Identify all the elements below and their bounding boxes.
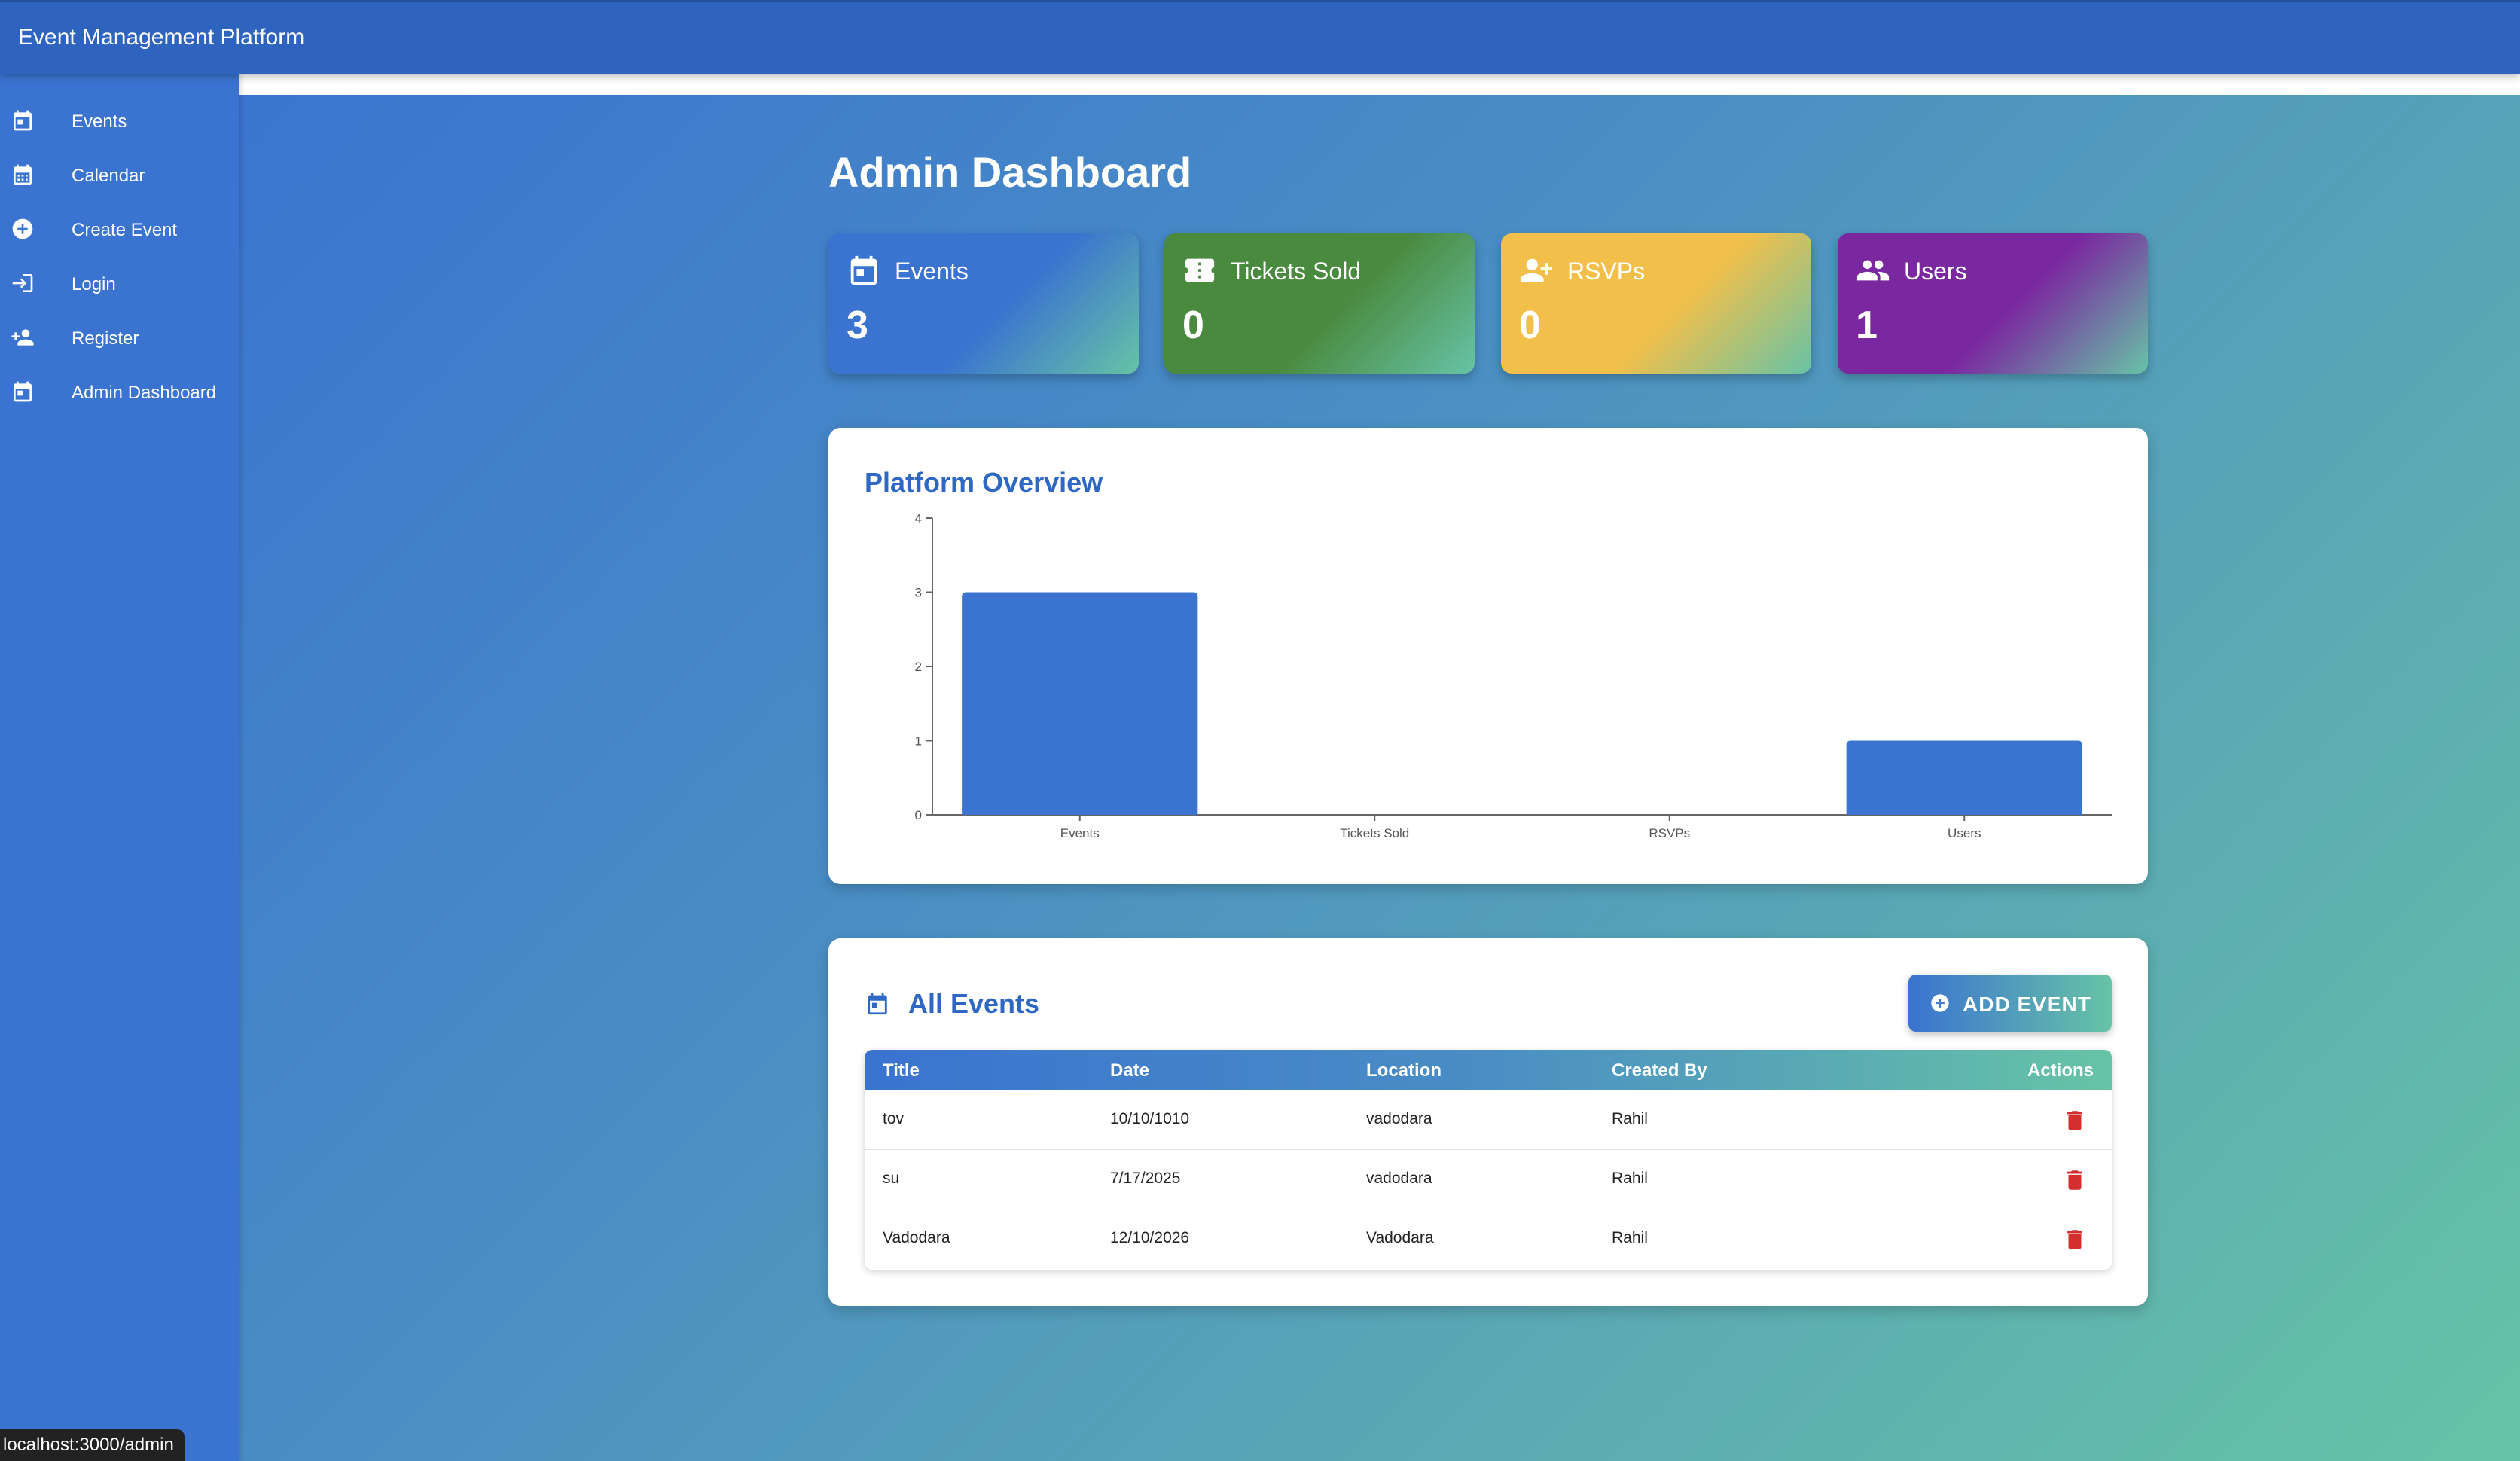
cell-location: Vadodara [1366, 1229, 1434, 1246]
stat-label: Users [1904, 258, 1967, 285]
column-header-date: Date [1110, 1060, 1150, 1081]
overview-bar-chart: 0 1 2 3 4 Events Tickets Sold RSVPs Users [915, 511, 2112, 840]
sidebar-item-login[interactable]: Login [0, 261, 239, 309]
calendar-month-icon [14, 164, 32, 185]
column-header-actions: Actions [2027, 1060, 2094, 1081]
cell-location: vadodara [1366, 1110, 1432, 1127]
bar [962, 592, 1198, 815]
page-title: Admin Dashboard [828, 148, 1192, 196]
stat-value: 3 [847, 303, 868, 347]
x-tick-label: RSVPs [1649, 826, 1690, 840]
cell-created-by: Rahil [1612, 1110, 1648, 1127]
delete-icon[interactable] [2062, 1226, 2088, 1253]
stat-value: 0 [1519, 303, 1541, 347]
sidebar-item-label: Events [72, 111, 127, 132]
stat-card-events: Events 3 [828, 233, 1139, 374]
add-event-label: ADD EVENT [1963, 993, 2091, 1016]
app-title: Event Management Platform [18, 25, 305, 50]
cell-date: 12/10/2026 [1110, 1229, 1190, 1246]
panel-title: Platform Overview [865, 467, 1103, 498]
y-tick-label: 4 [915, 511, 922, 526]
table-row: tov 10/10/1010 vadodara Rahil [865, 1090, 2112, 1150]
x-tick-label: Events [1060, 826, 1100, 840]
ticket-icon [1185, 258, 1215, 282]
cell-date: 10/10/1010 [1110, 1110, 1190, 1127]
calendar-icon [850, 255, 877, 285]
sidebar-item-create-event[interactable]: Create Event [0, 206, 239, 255]
cell-title: tov [883, 1110, 905, 1127]
calendar-icon [14, 110, 32, 131]
column-header-title: Title [883, 1060, 920, 1081]
stat-value: 0 [1182, 303, 1204, 347]
sidebar-item-label: Register [72, 328, 139, 349]
stat-card-tickets-sold: Tickets Sold 0 [1164, 233, 1475, 374]
delete-icon[interactable] [2062, 1167, 2088, 1194]
add-circle-icon [12, 218, 33, 239]
stat-card-users: Users 1 [1838, 233, 2148, 374]
table-row: su 7/17/2025 vadodara Rahil [865, 1150, 2112, 1209]
sidebar-item-label: Calendar [72, 166, 145, 186]
bar [1846, 740, 2082, 815]
all-events-panel: All Events ADD EVENT Title Date Location… [828, 938, 2148, 1306]
stat-label: Tickets Sold [1231, 258, 1362, 285]
login-icon [12, 274, 33, 292]
sidebar-item-admin-dashboard[interactable]: Admin Dashboard [0, 369, 239, 417]
cell-created-by: Rahil [1612, 1229, 1648, 1246]
sidebar-item-register[interactable]: Register [0, 315, 239, 363]
top-strip [239, 74, 2520, 95]
table-row: Vadodara 12/10/2026 Vadodara Rahil [865, 1209, 2112, 1269]
status-bar-url: localhost:3000/admin [0, 1429, 185, 1461]
people-icon [1856, 260, 1890, 281]
stat-value: 1 [1856, 303, 1878, 347]
x-tick-label: Tickets Sold [1340, 826, 1409, 840]
calendar-icon [14, 381, 32, 402]
y-tick-label: 3 [915, 586, 922, 600]
group-add-icon [1520, 258, 1553, 282]
sidebar-item-label: Create Event [72, 220, 178, 240]
add-event-button[interactable]: ADD EVENT [1908, 975, 2112, 1032]
y-tick-label: 0 [915, 808, 922, 822]
cell-title: Vadodara [883, 1229, 950, 1246]
sidebar: Events Calendar Create Event Login Regis… [0, 74, 239, 1461]
app-bar: Event Management Platform [0, 0, 2520, 74]
stat-card-rsvps: RSVPs 0 [1501, 233, 1811, 374]
x-tick-label: Users [1948, 826, 1981, 840]
delete-icon[interactable] [2062, 1107, 2088, 1134]
platform-overview-panel: Platform Overview 0 1 2 3 4 Events Tickets Sol… [828, 428, 2148, 884]
cell-location: vadodara [1366, 1170, 1432, 1187]
cell-created-by: Rahil [1612, 1170, 1648, 1187]
y-tick-label: 2 [915, 660, 922, 674]
add-circle-icon [1931, 994, 1949, 1012]
panel-title: All Events [908, 988, 1040, 1019]
y-tick-label: 1 [915, 734, 922, 749]
sidebar-item-label: Admin Dashboard [72, 383, 217, 403]
stat-label: Events [895, 258, 969, 285]
table-header: Title Date Location Created By Actions [865, 1050, 2112, 1090]
sidebar-item-calendar[interactable]: Calendar [0, 152, 239, 200]
calendar-icon [868, 993, 887, 1015]
sidebar-item-label: Login [72, 274, 116, 294]
column-header-location: Location [1366, 1060, 1442, 1081]
cell-date: 7/17/2025 [1110, 1170, 1181, 1187]
column-header-created-by: Created By [1612, 1060, 1707, 1081]
events-table: Title Date Location Created By Actions t… [865, 1050, 2112, 1270]
person-add-icon [11, 329, 34, 346]
sidebar-item-events[interactable]: Events [0, 98, 239, 146]
stat-label: RSVPs [1567, 258, 1646, 285]
cell-title: su [883, 1170, 900, 1187]
